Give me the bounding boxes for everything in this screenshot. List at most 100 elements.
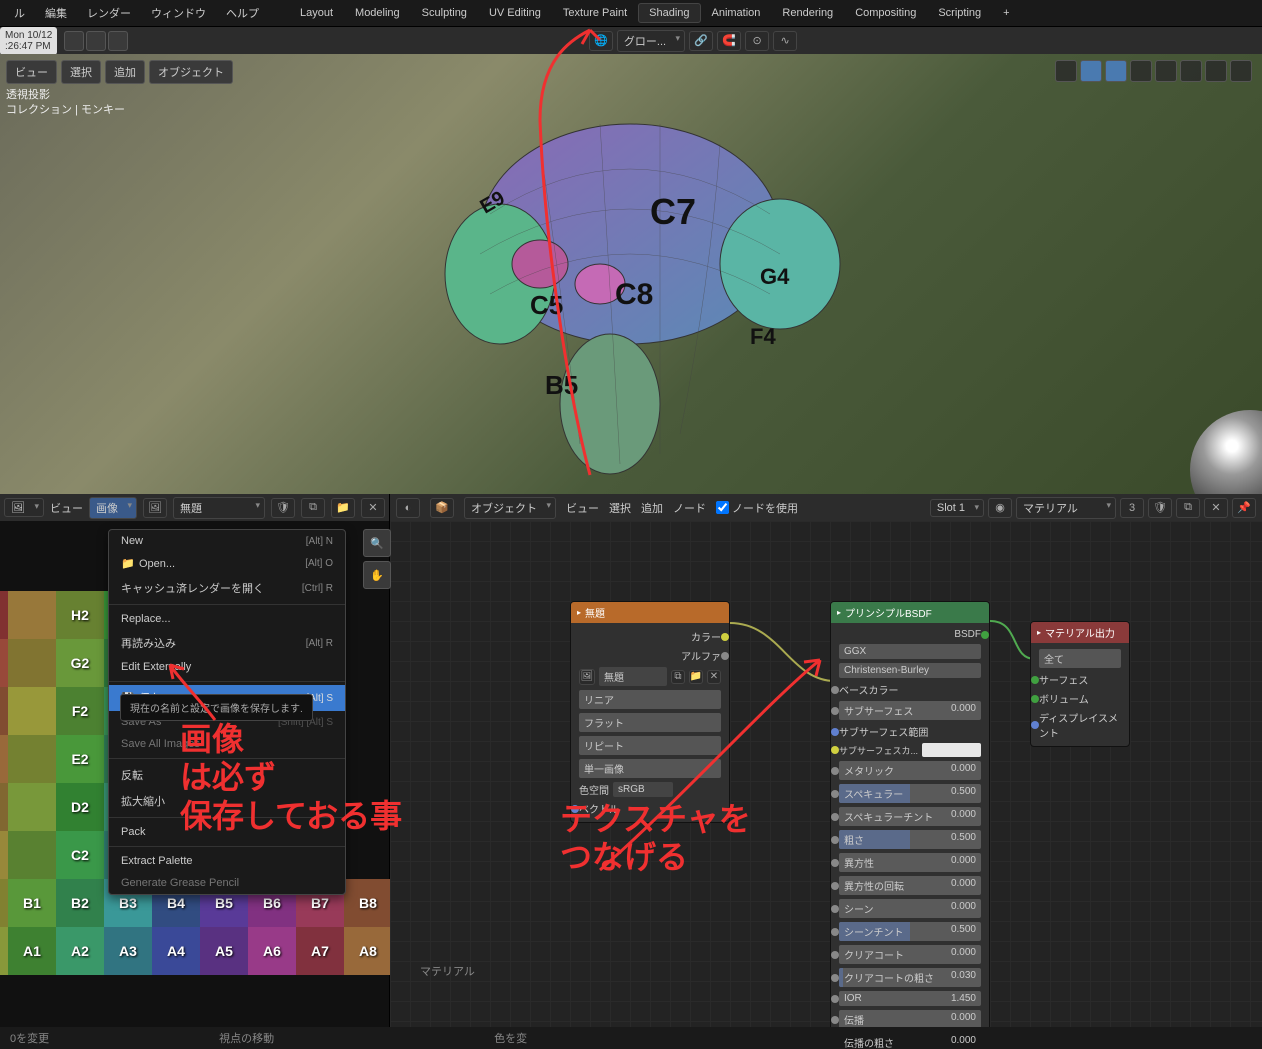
- zoom-icon[interactable]: 🔍: [363, 529, 391, 557]
- shield-icon[interactable]: 🛡: [271, 498, 295, 518]
- mode-icon[interactable]: [64, 31, 84, 51]
- bsdf-row[interactable]: Christensen-Burley: [835, 661, 985, 680]
- tab-uv-editing[interactable]: UV Editing: [478, 3, 552, 23]
- menu-help[interactable]: ヘルプ: [216, 5, 269, 21]
- output-bsdf[interactable]: BSDF: [954, 629, 981, 640]
- editor-type-dropdown[interactable]: 🖼: [4, 498, 44, 517]
- input-surface[interactable]: サーフェス: [1039, 672, 1088, 687]
- node-header[interactable]: プリンシプルBSDF: [831, 602, 989, 623]
- menu-item--[interactable]: 反転: [109, 762, 345, 788]
- hand-icon[interactable]: ✋: [363, 561, 391, 589]
- tab-animation[interactable]: Animation: [701, 3, 772, 23]
- material-dup-icon[interactable]: ⧉: [1176, 498, 1200, 518]
- viewport-view-menu[interactable]: ビュー: [6, 60, 57, 84]
- bsdf-row[interactable]: クリアコート0.000: [835, 943, 985, 966]
- source-dropdown[interactable]: 単一画像: [579, 759, 721, 778]
- bsdf-row[interactable]: クリアコートの粗さ0.030: [835, 966, 985, 989]
- tab-compositing[interactable]: Compositing: [844, 3, 927, 23]
- bsdf-row[interactable]: メタリック0.000: [835, 759, 985, 782]
- node-editor-type-icon[interactable]: ◐: [396, 498, 420, 518]
- projection-dropdown[interactable]: フラット: [579, 713, 721, 732]
- material-users-count[interactable]: 3: [1120, 498, 1144, 518]
- bsdf-row[interactable]: GGX: [835, 642, 985, 661]
- material-output-node[interactable]: マテリアル出力 全て サーフェス ボリューム ディスプレイスメント: [1030, 621, 1130, 747]
- menu-item-edit-externally[interactable]: Edit Externally: [109, 656, 345, 678]
- node-object-dropdown[interactable]: オブジェクト: [464, 497, 556, 519]
- menu-window[interactable]: ウィンドウ: [141, 5, 216, 21]
- input-vector[interactable]: ベクトル: [579, 801, 619, 816]
- node-select-menu[interactable]: 選択: [609, 500, 631, 516]
- bsdf-row[interactable]: IOR1.450: [835, 989, 985, 1008]
- shading-rendered-icon[interactable]: [1230, 60, 1252, 82]
- menu-edit[interactable]: 編集: [35, 5, 77, 21]
- overlay-icon[interactable]: [1105, 60, 1127, 82]
- shading-wire-icon[interactable]: [1155, 60, 1177, 82]
- proportional-icon[interactable]: ⊙: [745, 31, 769, 51]
- colorspace-dropdown[interactable]: sRGB: [613, 782, 673, 797]
- extension-dropdown[interactable]: リピート: [579, 736, 721, 755]
- shading-material-icon[interactable]: [1205, 60, 1227, 82]
- curve-icon[interactable]: ∿: [773, 31, 797, 51]
- snap-icon[interactable]: 🔗: [689, 31, 713, 51]
- viewport-add-menu[interactable]: 追加: [105, 60, 145, 84]
- material-shield-icon[interactable]: 🛡: [1148, 498, 1172, 518]
- menu-item--[interactable]: キャッシュ済レンダーを開く[Ctrl] R: [109, 575, 345, 601]
- tab-layout[interactable]: Layout: [289, 3, 344, 23]
- bsdf-row[interactable]: サブサーフェス0.000: [835, 699, 985, 722]
- output-alpha[interactable]: アルファ: [681, 648, 721, 663]
- tab-sculpting[interactable]: Sculpting: [411, 3, 478, 23]
- duplicate-icon[interactable]: ⧉: [301, 498, 325, 518]
- bsdf-row[interactable]: サブサーフェス範囲: [835, 722, 985, 741]
- bsdf-row[interactable]: シーン0.000: [835, 897, 985, 920]
- menu-file[interactable]: ル: [4, 5, 35, 21]
- node-node-menu[interactable]: ノード: [673, 500, 706, 516]
- material-close-icon[interactable]: ✕: [1204, 498, 1228, 518]
- material-name-field[interactable]: マテリアル: [1016, 497, 1116, 519]
- gizmo-icon[interactable]: [1080, 60, 1102, 82]
- tab-rendering[interactable]: Rendering: [771, 3, 844, 23]
- tab-modeling[interactable]: Modeling: [344, 3, 411, 23]
- menu-item-save-all-images[interactable]: Save All Images: [109, 733, 345, 755]
- bsdf-row[interactable]: 異方性0.000: [835, 851, 985, 874]
- output-color[interactable]: カラー: [691, 629, 721, 644]
- shading-solid-icon[interactable]: [1180, 60, 1202, 82]
- image-view-menu[interactable]: ビュー: [50, 500, 83, 516]
- menu-item-pack[interactable]: Pack: [109, 821, 345, 843]
- magnet-icon[interactable]: 🧲: [717, 31, 741, 51]
- bsdf-row[interactable]: 異方性の回転0.000: [835, 874, 985, 897]
- material-browse-icon[interactable]: ◉: [988, 498, 1012, 518]
- input-volume[interactable]: ボリューム: [1039, 691, 1089, 706]
- viewport-select-menu[interactable]: 選択: [61, 60, 101, 84]
- interpolation-dropdown[interactable]: リニア: [579, 690, 721, 709]
- tab-scripting[interactable]: Scripting: [927, 3, 992, 23]
- node-mode-icon[interactable]: 📦: [430, 498, 454, 518]
- menu-render[interactable]: レンダー: [77, 5, 141, 21]
- image-name-field[interactable]: 無題: [173, 497, 265, 519]
- img-x-icon[interactable]: ✕: [707, 670, 721, 684]
- node-header[interactable]: 無題: [571, 602, 729, 623]
- node-add-menu[interactable]: 追加: [641, 500, 663, 516]
- node-canvas[interactable]: 無題 カラー アルファ 🖼無題⧉📁✕ リニア フラット リピート 単一画像 色空…: [390, 521, 1262, 1049]
- bsdf-row[interactable]: スペキュラーチント0.000: [835, 805, 985, 828]
- image-menu-dropdown[interactable]: 画像: [89, 497, 137, 519]
- node-header[interactable]: マテリアル出力: [1031, 622, 1129, 643]
- tab-shading[interactable]: Shading: [638, 3, 700, 23]
- img-name-field[interactable]: 無題: [599, 667, 667, 686]
- menu-item-generate-grease-pencil[interactable]: Generate Grease Pencil: [109, 872, 345, 894]
- 3d-viewport[interactable]: ビュー 選択 追加 オブジェクト 透視投影 コレクション | モンキー: [0, 54, 1262, 494]
- principled-bsdf-node[interactable]: プリンシプルBSDF BSDF GGXChristensen-Burleyベース…: [830, 601, 990, 1049]
- tool-icon[interactable]: [86, 31, 106, 51]
- close-icon[interactable]: ✕: [361, 498, 385, 518]
- img-browse-icon[interactable]: 🖼: [579, 669, 595, 685]
- tool-icon-2[interactable]: [108, 31, 128, 51]
- open-file-icon[interactable]: 📁: [331, 498, 355, 518]
- menu-item-extract-palette[interactable]: Extract Palette: [109, 850, 345, 872]
- add-workspace-button[interactable]: +: [992, 3, 1020, 23]
- tab-texture-paint[interactable]: Texture Paint: [552, 3, 638, 23]
- menu-item-replace-[interactable]: Replace...: [109, 608, 345, 630]
- menu-item-open-[interactable]: 📁Open...[Alt] O: [109, 552, 345, 575]
- node-view-menu[interactable]: ビュー: [566, 500, 599, 516]
- bsdf-row[interactable]: ベースカラー: [835, 680, 985, 699]
- slot-dropdown[interactable]: Slot 1: [930, 499, 984, 517]
- bsdf-row[interactable]: サブサーフェスカ...: [835, 741, 985, 759]
